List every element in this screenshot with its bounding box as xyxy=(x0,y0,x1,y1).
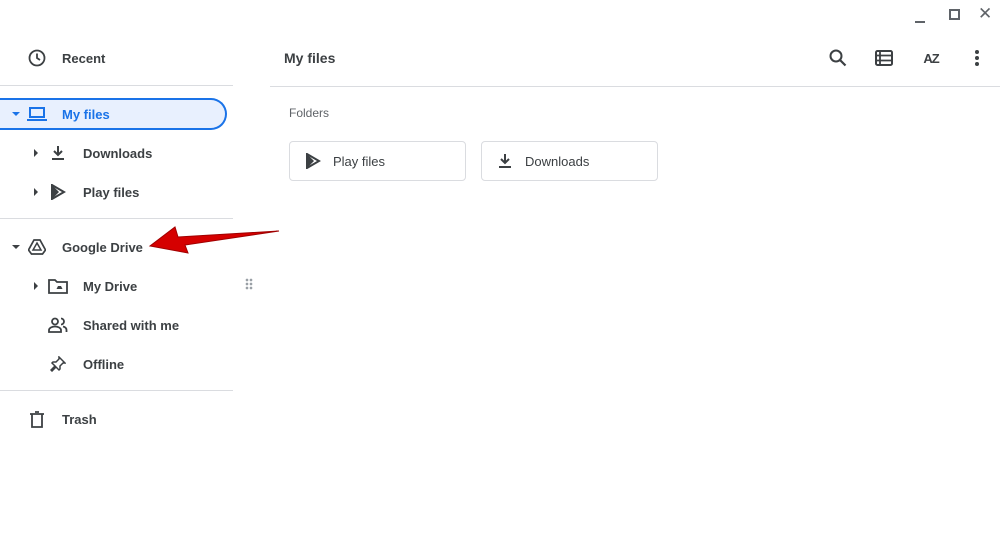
divider xyxy=(0,85,233,86)
sidebar-item-shared-with-me[interactable]: Shared with me xyxy=(0,309,233,341)
sidebar-item-play-files[interactable]: Play files xyxy=(0,176,233,208)
header-divider xyxy=(270,86,1000,87)
search-button[interactable] xyxy=(826,46,850,70)
sidebar-item-label: Trash xyxy=(62,411,97,427)
divider xyxy=(0,218,233,219)
play-store-icon xyxy=(48,182,68,202)
close-button[interactable]: ✕ xyxy=(978,4,992,24)
folder-downloads[interactable]: Downloads xyxy=(481,141,658,181)
sidebar-item-label: Downloads xyxy=(83,145,153,161)
divider xyxy=(0,390,233,391)
folder-label: Downloads xyxy=(525,153,590,169)
expand-arrow-icon[interactable] xyxy=(26,143,46,163)
folder-label: Play files xyxy=(333,153,386,169)
people-icon xyxy=(48,315,68,335)
sidebar-item-label: My Drive xyxy=(83,278,138,294)
download-icon xyxy=(48,143,68,163)
more-options-button[interactable] xyxy=(965,46,989,70)
download-icon xyxy=(495,151,515,171)
folder-play-files[interactable]: Play files xyxy=(289,141,466,181)
sidebar-item-offline[interactable]: Offline xyxy=(0,348,233,380)
trash-icon xyxy=(27,409,47,429)
drive-folder-icon xyxy=(48,276,68,296)
expand-arrow-icon[interactable] xyxy=(26,182,46,202)
laptop-icon xyxy=(27,104,47,124)
expand-arrow-icon[interactable] xyxy=(6,104,26,124)
play-store-icon xyxy=(303,151,323,171)
sidebar-item-my-drive[interactable]: My Drive xyxy=(0,270,233,302)
list-view-button[interactable] xyxy=(872,46,896,70)
sidebar-item-label: My files xyxy=(62,106,110,122)
expand-arrow-icon[interactable] xyxy=(6,237,26,257)
pin-icon xyxy=(48,354,68,374)
sidebar-item-my-files[interactable]: My files xyxy=(0,98,227,130)
sidebar-item-recent[interactable]: Recent xyxy=(0,42,233,74)
clock-icon xyxy=(27,48,47,68)
section-label: Folders xyxy=(289,106,330,120)
sidebar-item-trash[interactable]: Trash xyxy=(0,403,233,435)
sidebar-item-label: Offline xyxy=(83,356,125,372)
sort-az-icon: AZ xyxy=(923,50,939,66)
sidebar-item-label: Play files xyxy=(83,184,140,200)
sidebar-item-label: Shared with me xyxy=(83,317,180,333)
expand-arrow-icon[interactable] xyxy=(26,276,46,296)
sort-button[interactable]: AZ xyxy=(919,46,943,70)
maximize-button[interactable] xyxy=(949,9,960,20)
sidebar-item-label: Google Drive xyxy=(62,239,143,255)
sidebar-resize-handle[interactable] xyxy=(245,278,253,290)
google-drive-icon xyxy=(27,237,47,257)
sidebar-item-label: Recent xyxy=(62,50,106,66)
sidebar-item-downloads[interactable]: Downloads xyxy=(0,137,233,169)
minimize-button[interactable] xyxy=(913,10,927,24)
page-title: My files xyxy=(284,50,336,66)
annotation-arrow-icon xyxy=(148,226,280,254)
